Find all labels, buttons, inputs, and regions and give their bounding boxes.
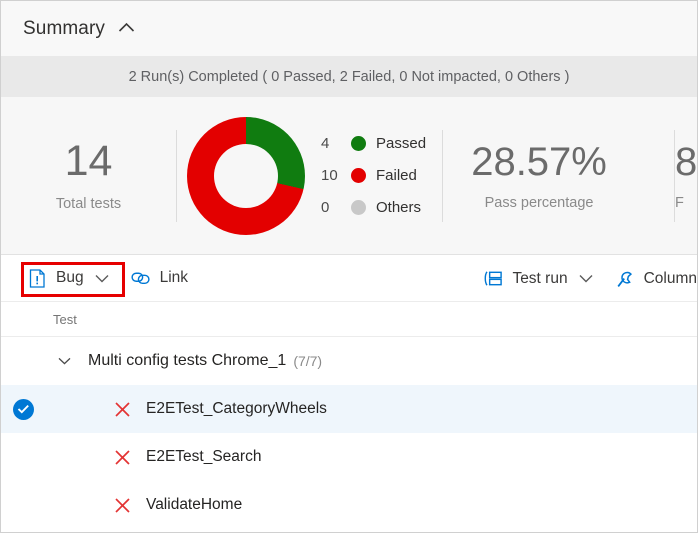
total-tests-label: Total tests xyxy=(55,196,122,213)
group-name: Multi config tests Chrome_1 xyxy=(88,352,287,369)
chart-legend: 4 Passed 10 Failed 0 Others xyxy=(321,134,426,217)
row-select-checkbox[interactable] xyxy=(1,398,45,420)
total-tests-metric: 14 Total tests xyxy=(1,136,176,213)
test-results-table: Test Multi config tests Chrome_1 (7/7) E… xyxy=(1,302,697,529)
legend-label-passed: Passed xyxy=(376,135,427,152)
table-header-row: Test xyxy=(1,302,697,337)
chevron-down-icon[interactable] xyxy=(53,357,75,365)
checkmark-icon xyxy=(12,398,34,420)
summary-metrics: 14 Total tests 4 Passed 10 Failed 0 Othe… xyxy=(1,97,697,255)
bug-report-icon xyxy=(27,268,47,288)
fail-x-icon xyxy=(111,449,133,466)
donut-hole xyxy=(214,143,278,208)
column-options-button[interactable]: Column xyxy=(615,264,697,294)
link-button-label: Link xyxy=(159,269,189,286)
column-header-test: Test xyxy=(53,311,77,327)
results-toolbar: Bug Link Test run Column xyxy=(1,255,697,302)
bug-button-label: Bug xyxy=(56,269,84,286)
test-run-button[interactable]: Test run xyxy=(483,264,593,294)
legend-dot-failed xyxy=(351,168,366,183)
table-row[interactable]: ValidateHome xyxy=(1,481,697,529)
page-title: Summary xyxy=(23,17,105,39)
legend-label-failed: Failed xyxy=(376,167,417,184)
run-status-text: 2 Run(s) Completed ( 0 Passed, 2 Failed,… xyxy=(128,68,570,85)
legend-item-failed: 10 Failed xyxy=(321,166,426,185)
clipped-metric-label: F xyxy=(675,194,684,211)
legend-dot-passed xyxy=(351,136,366,151)
pass-percentage-value: 28.57% xyxy=(471,139,607,184)
pass-percentage-label: Pass percentage xyxy=(484,194,594,211)
test-name: ValidateHome xyxy=(146,496,243,513)
link-icon xyxy=(131,268,151,288)
chevron-down-icon[interactable] xyxy=(579,274,593,283)
column-options-label: Column xyxy=(643,269,697,287)
test-run-button-label: Test run xyxy=(512,269,568,287)
legend-item-others: 0 Others xyxy=(321,198,426,217)
legend-label-others: Others xyxy=(376,199,422,216)
link-button[interactable]: Link xyxy=(131,263,188,293)
test-name: E2ETest_CategoryWheels xyxy=(146,400,327,417)
table-row[interactable]: E2ETest_CategoryWheels xyxy=(1,385,697,433)
test-results-panel: Summary 2 Run(s) Completed ( 0 Passed, 2… xyxy=(0,0,698,533)
fail-x-icon xyxy=(111,497,133,514)
total-tests-value: 14 xyxy=(64,136,113,185)
run-status-band: 2 Run(s) Completed ( 0 Passed, 2 Failed,… xyxy=(1,56,697,97)
pass-percentage-metric: 28.57% Pass percentage xyxy=(443,141,635,211)
test-name: E2ETest_Search xyxy=(146,448,262,465)
wrench-icon xyxy=(615,269,635,289)
chevron-down-icon[interactable] xyxy=(95,274,109,283)
legend-count-others: 0 xyxy=(321,199,330,216)
clipped-metric-value: 8 xyxy=(675,139,697,184)
results-donut-chart xyxy=(177,116,315,235)
donut-ring xyxy=(187,116,305,235)
group-rows-icon xyxy=(483,269,503,289)
table-row[interactable]: E2ETest_Search xyxy=(1,433,697,481)
legend-dot-others xyxy=(351,200,366,215)
summary-header[interactable]: Summary xyxy=(1,1,697,56)
group-count: (7/7) xyxy=(293,353,323,369)
legend-count-failed: 10 xyxy=(321,167,338,184)
legend-item-passed: 4 Passed xyxy=(321,134,426,153)
clipped-metric: 8 F xyxy=(675,97,697,254)
chevron-up-icon[interactable] xyxy=(118,20,135,38)
legend-count-passed: 4 xyxy=(321,135,330,152)
fail-x-icon xyxy=(111,401,133,418)
table-group-row[interactable]: Multi config tests Chrome_1 (7/7) xyxy=(1,337,697,385)
bug-button[interactable]: Bug xyxy=(27,263,109,293)
